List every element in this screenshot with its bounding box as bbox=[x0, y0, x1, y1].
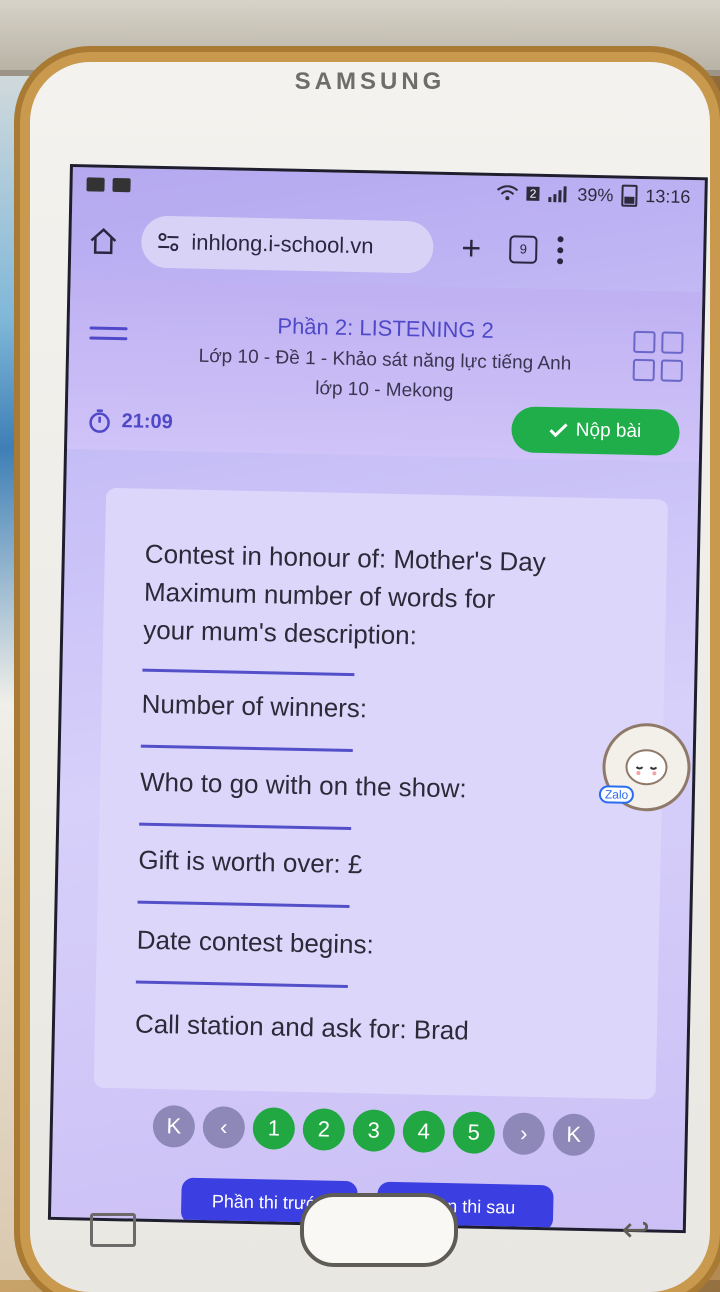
kebab-menu-icon[interactable] bbox=[555, 236, 566, 264]
question-content: Contest in honour of: Mother's Day Maxim… bbox=[94, 488, 668, 1100]
exam-subtitle: Lớp 10 - Đề 1 - Khảo sát năng lực tiếng … bbox=[128, 340, 641, 411]
question-grid-icon[interactable] bbox=[633, 331, 684, 382]
phone-body: SAMSUNG 2 39% bbox=[30, 62, 710, 1292]
page-button-3[interactable]: 3 bbox=[352, 1109, 395, 1152]
wifi-icon bbox=[497, 185, 519, 201]
answer-blank[interactable] bbox=[139, 823, 351, 830]
page-button-5[interactable]: 5 bbox=[452, 1111, 495, 1154]
battery-percent: 39% bbox=[577, 184, 613, 206]
content-line: Who to go with on the show: bbox=[140, 767, 467, 805]
clock: 13:16 bbox=[645, 186, 690, 208]
phone-screen: 2 39% 13:16 bbox=[48, 164, 708, 1233]
answer-blank[interactable] bbox=[138, 901, 350, 908]
hamburger-menu-icon[interactable] bbox=[89, 319, 128, 347]
hardware-keys: ↩ bbox=[90, 1190, 650, 1270]
home-button[interactable] bbox=[83, 220, 124, 261]
answer-blank[interactable] bbox=[136, 981, 348, 988]
content-line: Gift is worth over: £ bbox=[138, 845, 363, 881]
answer-blank[interactable] bbox=[142, 669, 354, 676]
pagination: K ‹ 1 2 3 4 5 › K bbox=[152, 1105, 595, 1156]
zalo-badge: Zalo bbox=[599, 785, 635, 804]
answer-blank[interactable] bbox=[141, 745, 353, 752]
home-key[interactable] bbox=[300, 1193, 458, 1267]
next-page-button[interactable]: › bbox=[502, 1112, 545, 1155]
tab-switcher-button[interactable]: 9 bbox=[509, 235, 538, 264]
check-icon bbox=[550, 423, 568, 437]
new-tab-button[interactable]: + bbox=[451, 229, 492, 269]
browser-toolbar: inhlong.i-school.vn + 9 bbox=[71, 205, 704, 288]
content-line: Contest in honour of: Mother's Day bbox=[145, 539, 547, 578]
url-text: inhlong.i-school.vn bbox=[191, 230, 374, 260]
home-icon bbox=[88, 226, 119, 255]
site-settings-icon bbox=[157, 233, 179, 251]
first-page-button[interactable]: K bbox=[152, 1105, 195, 1148]
back-icon[interactable]: ↩ bbox=[622, 1210, 651, 1250]
battery-icon bbox=[621, 185, 637, 207]
page-button-2[interactable]: 2 bbox=[302, 1108, 345, 1151]
mascot-icon bbox=[622, 747, 671, 788]
content-line: Maximum number of words for bbox=[144, 577, 496, 615]
submit-button[interactable]: Nộp bài bbox=[511, 406, 680, 456]
countdown-timer: 21:09 bbox=[87, 407, 173, 435]
content-line: Call station and ask for: Brad bbox=[135, 1009, 469, 1047]
signal-icon bbox=[547, 185, 569, 203]
recent-apps-icon[interactable] bbox=[90, 1213, 136, 1247]
content-line: Date contest begins: bbox=[136, 925, 374, 961]
content-line: Number of winners: bbox=[141, 689, 367, 725]
address-bar[interactable]: inhlong.i-school.vn bbox=[141, 216, 434, 274]
image-icon bbox=[86, 177, 104, 191]
status-left bbox=[86, 177, 130, 192]
submit-label: Nộp bài bbox=[576, 420, 642, 443]
page-button-1[interactable]: 1 bbox=[252, 1107, 295, 1150]
stopwatch-icon bbox=[87, 407, 112, 433]
status-right: 2 39% 13:16 bbox=[496, 182, 690, 208]
section-title: Phần 2: LISTENING 2 bbox=[159, 311, 611, 346]
device-brand: SAMSUNG bbox=[30, 68, 710, 96]
zalo-chat-bubble[interactable]: Zalo bbox=[602, 722, 692, 812]
exam-header: Phần 2: LISTENING 2 Lớp 10 - Đề 1 - Khảo… bbox=[67, 279, 702, 462]
timer-value: 21:09 bbox=[121, 410, 173, 434]
prev-page-button[interactable]: ‹ bbox=[202, 1106, 245, 1149]
zalo-notification-icon bbox=[112, 178, 130, 192]
sim-indicator: 2 bbox=[527, 187, 540, 201]
content-line: your mum's description: bbox=[143, 615, 417, 652]
page-button-4[interactable]: 4 bbox=[402, 1110, 445, 1153]
plus-icon: + bbox=[461, 229, 482, 267]
last-page-button[interactable]: K bbox=[552, 1113, 595, 1156]
